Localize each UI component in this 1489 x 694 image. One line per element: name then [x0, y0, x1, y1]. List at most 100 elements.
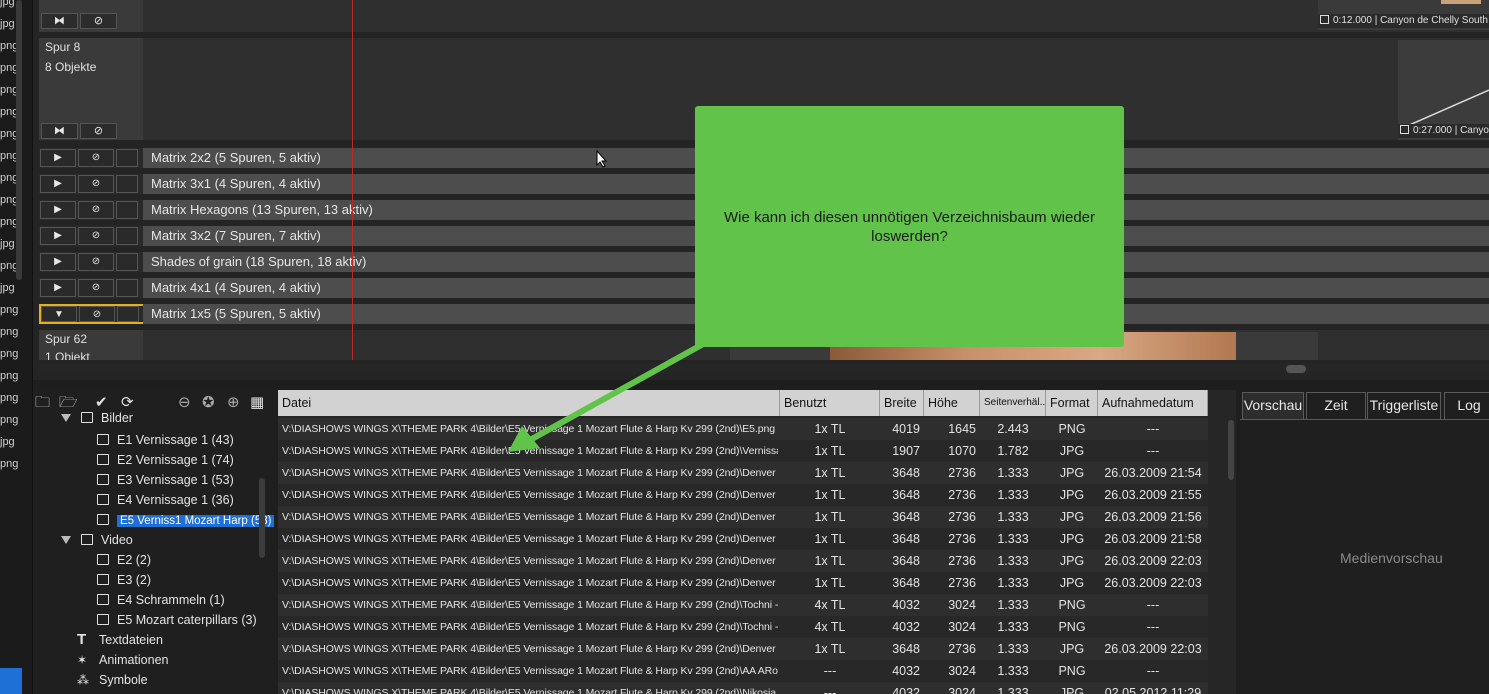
- left-strip-scrollbar[interactable]: [16, 0, 22, 280]
- image-icon: [97, 454, 109, 465]
- expand-arrow-icon[interactable]: [61, 536, 71, 544]
- column-header-aufnahmedatum[interactable]: Aufnahmedatum: [1098, 390, 1208, 416]
- play-icon[interactable]: ▶: [40, 149, 76, 167]
- split-icon[interactable]: ⧓: [41, 123, 78, 139]
- column-header-seitenverhaeltnis[interactable]: Seitenverhäl...: [980, 390, 1046, 416]
- table-scroll-thumb[interactable]: [1228, 420, 1234, 480]
- cell-path: V:\DIASHOWS WINGS X\THEME PARK 4\Bilder\…: [282, 533, 778, 545]
- selected-item-highlight[interactable]: [0, 668, 22, 694]
- preview-panel: Vorschau Zeit Triggerliste Log Medienvor…: [1240, 390, 1489, 694]
- group-option-button[interactable]: [116, 175, 138, 193]
- stop-icon[interactable]: ⊘: [78, 149, 114, 167]
- tree-item-video-folder[interactable]: E4 Schrammeln (1): [97, 591, 225, 609]
- cell-used: 1x TL: [814, 576, 846, 590]
- cell-aspect: 1.333: [997, 466, 1029, 480]
- tree-item-image-folder-selected[interactable]: E5 Verniss1 Mozart Harp (58): [97, 511, 275, 529]
- tree-item-image-folder[interactable]: E3 Vernissage 1 (53): [97, 471, 234, 489]
- cell-height: 3024: [948, 598, 976, 612]
- group-option-button[interactable]: [116, 149, 138, 167]
- stop-icon[interactable]: ⊘: [79, 306, 115, 322]
- table-row[interactable]: V:\DIASHOWS WINGS X\THEME PARK 4\Bilder\…: [278, 638, 1208, 660]
- tree-item-video-folder[interactable]: E3 (2): [97, 571, 151, 589]
- playhead[interactable]: [352, 0, 353, 360]
- plus-icon[interactable]: ⊕: [227, 392, 240, 414]
- split-icon[interactable]: ⧓: [41, 13, 78, 29]
- cell-used: 1x TL: [814, 422, 846, 436]
- group-option-button[interactable]: [116, 201, 138, 219]
- stop-icon[interactable]: ⊘: [80, 13, 117, 29]
- refresh-icon[interactable]: ⟳: [121, 392, 134, 414]
- group-option-button[interactable]: [116, 279, 138, 297]
- group-option-button[interactable]: [117, 306, 139, 322]
- play-icon[interactable]: ▶: [40, 201, 76, 219]
- table-row[interactable]: V:\DIASHOWS WINGS X\THEME PARK 4\Bilder\…: [278, 616, 1208, 638]
- tree-item-image-folder[interactable]: E4 Vernissage 1 (36): [97, 491, 234, 509]
- table-row[interactable]: V:\DIASHOWS WINGS X\THEME PARK 4\Bilder\…: [278, 528, 1208, 550]
- tree-item-animations[interactable]: ✶ Animationen: [77, 651, 169, 669]
- table-row[interactable]: V:\DIASHOWS WINGS X\THEME PARK 4\Bilder\…: [278, 550, 1208, 572]
- table-row[interactable]: V:\DIASHOWS WINGS X\THEME PARK 4\Bilder\…: [278, 484, 1208, 506]
- expand-arrow-icon[interactable]: [61, 414, 71, 422]
- clip-thumbnail-image: [1441, 0, 1481, 4]
- grid-icon[interactable]: ▦: [250, 392, 264, 414]
- cell-aspect: 1.333: [997, 664, 1029, 678]
- column-header-format[interactable]: Format: [1046, 390, 1098, 416]
- star-icon[interactable]: ✪: [202, 392, 215, 414]
- table-row[interactable]: V:\DIASHOWS WINGS X\THEME PARK 4\Bilder\…: [278, 660, 1208, 682]
- cell-date: 26.03.2009 22:03: [1104, 554, 1202, 568]
- play-icon[interactable]: ▶: [40, 279, 76, 297]
- play-icon[interactable]: ▶: [40, 175, 76, 193]
- play-icon[interactable]: ▶: [40, 227, 76, 245]
- expand-icon[interactable]: ▼: [41, 306, 77, 322]
- stop-icon[interactable]: ⊘: [78, 227, 114, 245]
- tab-vorschau[interactable]: Vorschau: [1242, 392, 1304, 419]
- table-row[interactable]: V:\DIASHOWS WINGS X\THEME PARK 4\Bilder\…: [278, 506, 1208, 528]
- table-row[interactable]: V:\DIASHOWS WINGS X\THEME PARK 4\Bilder\…: [278, 594, 1208, 616]
- group-option-button[interactable]: [116, 253, 138, 271]
- tree-item-image-folder[interactable]: E2 Vernissage 1 (74): [97, 451, 234, 469]
- stop-icon[interactable]: ⊘: [78, 175, 114, 193]
- minus-icon[interactable]: ⊖: [178, 392, 191, 414]
- tree-item-bilder[interactable]: Bilder: [61, 412, 133, 426]
- tab-zeit[interactable]: Zeit: [1306, 392, 1366, 419]
- cell-date: 26.03.2009 22:03: [1104, 642, 1202, 656]
- cell-height: 2736: [948, 510, 976, 524]
- check-icon[interactable]: ✔: [95, 392, 108, 414]
- column-header-breite[interactable]: Breite: [880, 390, 924, 416]
- stop-icon[interactable]: ⊘: [78, 201, 114, 219]
- cell-path: V:\DIASHOWS WINGS X\THEME PARK 4\Bilder\…: [282, 643, 778, 655]
- stop-icon[interactable]: ⊘: [78, 279, 114, 297]
- tree-item-symbols[interactable]: ⁂ Symbole: [77, 671, 148, 689]
- track-buttons: ⧓ ⊘: [41, 123, 117, 139]
- open-folder-icon[interactable]: 🗁: [59, 392, 78, 414]
- column-header-benutzt[interactable]: Benutzt: [780, 390, 880, 416]
- cell-used: ---: [823, 686, 837, 694]
- table-row[interactable]: V:\DIASHOWS WINGS X\THEME PARK 4\Bilder\…: [278, 440, 1208, 462]
- stop-icon[interactable]: ⊘: [78, 253, 114, 271]
- timeline-scrollbar[interactable]: [39, 364, 1489, 374]
- cell-date: ---: [1146, 422, 1160, 436]
- tab-log[interactable]: Log: [1444, 392, 1489, 419]
- tree-item-textfiles[interactable]: T Textdateien: [77, 631, 163, 649]
- tree-item-image-folder[interactable]: E1 Vernissage 1 (43): [97, 431, 234, 449]
- tree-scroll-thumb[interactable]: [259, 478, 265, 558]
- animation-icon: ✶: [77, 653, 88, 667]
- tree-item-video-folder[interactable]: E5 Mozart caterpillars (3): [97, 611, 257, 629]
- timeline-scroll-thumb[interactable]: [1286, 365, 1306, 373]
- cell-path: V:\DIASHOWS WINGS X\THEME PARK 4\Bilder\…: [282, 599, 778, 611]
- tree-item-video[interactable]: Video: [61, 531, 133, 549]
- track-body-top[interactable]: [143, 0, 1489, 32]
- group-option-button[interactable]: [116, 227, 138, 245]
- column-header-hoehe[interactable]: Höhe: [924, 390, 980, 416]
- cell-format: JPG: [1059, 444, 1085, 458]
- tab-triggerliste[interactable]: Triggerliste: [1367, 392, 1441, 419]
- table-row[interactable]: V:\DIASHOWS WINGS X\THEME PARK 4\Bilder\…: [278, 418, 1208, 440]
- stop-icon[interactable]: ⊘: [80, 123, 117, 139]
- table-row[interactable]: V:\DIASHOWS WINGS X\THEME PARK 4\Bilder\…: [278, 572, 1208, 594]
- table-row[interactable]: V:\DIASHOWS WINGS X\THEME PARK 4\Bilder\…: [278, 462, 1208, 484]
- folder-icon[interactable]: 🗀: [35, 392, 50, 414]
- table-row[interactable]: V:\DIASHOWS WINGS X\THEME PARK 4\Bilder\…: [278, 682, 1208, 694]
- cell-date: 26.03.2009 21:55: [1104, 488, 1202, 502]
- play-icon[interactable]: ▶: [40, 253, 76, 271]
- tree-item-video-folder[interactable]: E2 (2): [97, 551, 151, 569]
